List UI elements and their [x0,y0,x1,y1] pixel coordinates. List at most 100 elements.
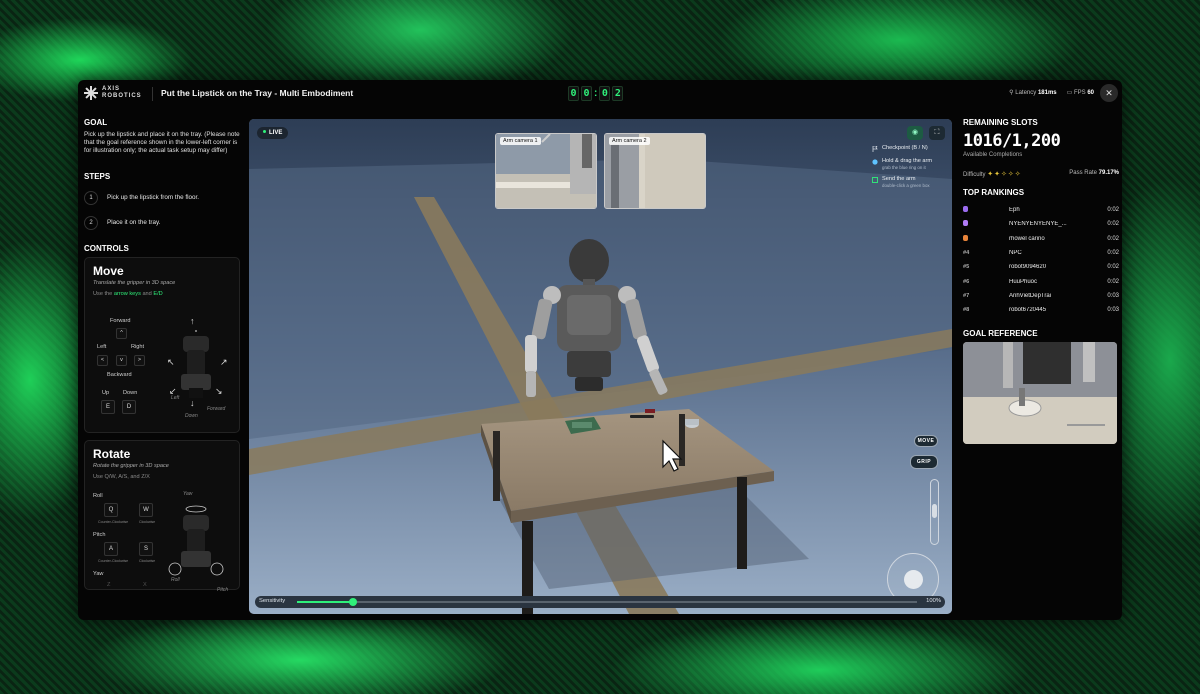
clockwise-label: Clockwise [139,559,156,563]
step-number: 1 [84,190,98,205]
step-number: 2 [84,215,98,230]
checklist-item[interactable]: Checkpoint (B / N) [872,145,952,152]
move-card: Move Translate the gripper in 3D space U… [84,257,240,433]
timer-digit: 0 [581,86,592,101]
rankings-list: Eph 0:02 NYENYENYENYE_... 0:02 rhowel cariño… [963,203,1119,317]
fps-value: 60 [1087,90,1094,96]
step-item: 2 Place it on the tray. [84,210,240,235]
flag-icon [872,146,878,152]
key-a[interactable]: A [104,542,118,556]
rank-time: 0:03 [1107,292,1119,299]
rank-gem-icon [963,234,968,241]
key-w[interactable]: W [139,503,153,517]
scene-render[interactable] [249,119,952,614]
rank-name: AnhVietDepTrai [1009,292,1052,299]
goal-reference-image [963,342,1117,445]
arm-camera-2[interactable]: Arm camera 2 [604,133,706,209]
move-mode-button[interactable]: MOVE [914,435,938,447]
rankings-title: TOP RANKINGS [963,188,1025,197]
goal-reference-title: GOAL REFERENCE [963,329,1038,339]
perf-stats: ⚲ Latency 181ms ▭ FPS 60 [1009,89,1094,96]
arm-camera-1[interactable]: Arm camera 1 [495,133,597,209]
ranking-row: rhowel cariño 0:02 [963,232,1119,246]
steps-list: 1 Pick up the lipstick from the floor. 2… [84,185,240,235]
dot-icon [872,159,878,165]
checklist-item[interactable]: Send the arm double-click a green box [872,176,952,188]
yaw-label: Yaw [93,571,104,577]
rank-name: robot9094620 [1009,264,1047,271]
vertical-slider-knob[interactable] [932,504,937,518]
difficulty-row: Difficulty ✦✦✧✧✧ Pass Rate 79.17% [963,170,1119,178]
rank-position: #4 [963,250,970,257]
goal-title: GOAL [84,118,108,127]
ranking-row: NYENYENYENYE_... 0:02 [963,217,1119,231]
fps-label: FPS [1073,90,1086,96]
key-right[interactable]: > [134,355,145,366]
key-d[interactable]: D [122,400,136,414]
ranking-row: #8 robot6720445 0:03 [963,303,1119,317]
rank-position: #6 [963,278,970,285]
move-subtitle: Translate the gripper in 3D space [93,280,176,286]
rank-gem-icon [963,206,968,213]
rank-time: 0:02 [1107,235,1119,242]
rank-time: 0:02 [1107,264,1119,271]
grip-mode-button[interactable]: GRIP [910,455,938,469]
latency-value: 181ms [1037,90,1057,96]
timer-digit: 2 [612,86,624,101]
key-q[interactable]: Q [104,503,118,517]
robot-arm-rotate-icon [168,505,224,576]
rotate-card: Rotate Rotate the gripper in 3D space Us… [84,440,240,593]
checklist-item[interactable]: Hold & drag the arm grab the blue ring o… [872,158,952,170]
key-x[interactable]: X [143,582,147,588]
key-down[interactable]: v [116,355,127,366]
backward-label: Backward [107,372,132,378]
camera-icon[interactable]: ◉ [907,126,923,140]
sensitivity-label: Sensitivity [259,598,286,604]
key-z[interactable]: Z [107,582,110,588]
sim-viewport[interactable]: LIVE Arm camera 1 Arm camera 2 ◉ ⛶ Check… [249,119,952,614]
forward-label: Forward [110,318,131,324]
send-arm-sub: double-click a green box [882,183,930,188]
slots-value: 1016/1,200 [963,131,1061,151]
dir-forward-label: Forward [207,406,226,412]
signal-icon: ⚲ [1009,90,1014,96]
ranking-row: Eph 0:02 [963,203,1119,217]
rank-time: 0:02 [1107,207,1119,214]
rank-name: HuuPhuoc [1009,278,1038,285]
ranking-row: #7 AnhVietDepTrai 0:03 [963,289,1119,303]
dir-left-label: Left [171,395,180,401]
key-up[interactable]: ^ [116,328,127,339]
dir-pitch-label: Pitch [217,587,229,593]
hold-drag-label: Hold & drag the arm [882,158,933,164]
dir-roll-label: Roll [171,577,180,583]
sensitivity-value: 100% [926,598,941,604]
key-s[interactable]: S [139,542,153,556]
step-item: 1 Pick up the lipstick from the floor. [84,185,240,210]
slots-title: REMAINING SLOTS [963,118,1038,127]
key-left[interactable]: < [97,355,108,366]
app-window: AXIS ROBOTICS Put the Lipstick on the Tr… [78,80,1122,620]
sensitivity-track[interactable] [297,598,917,606]
goal-text: Pick up the lipstick and place it on the… [84,131,240,154]
roll-label: Roll [93,493,103,499]
logo-star-icon [84,86,98,100]
key-e[interactable]: E [101,400,115,414]
rank-time: 0:03 [1107,307,1119,314]
close-button[interactable]: ✕ [1100,84,1118,102]
rank-name: Eph [1009,207,1020,214]
difficulty-label: Difficulty [963,172,986,178]
vertical-slider[interactable] [930,479,939,545]
joystick-knob[interactable] [904,570,923,589]
timer: 0 0 : 0 2 [568,86,624,101]
fullscreen-icon[interactable]: ⛶ [929,126,945,140]
dir-yaw-label: Yaw [183,491,193,497]
step-text: Place it on the tray. [107,219,161,226]
logo: AXIS ROBOTICS [84,86,142,100]
controls-title: CONTROLS [84,244,129,253]
dir-down-label: Down [185,413,198,419]
timer-digit: 0 [568,86,579,101]
divider [152,87,153,101]
timer-digit: 0 [599,86,611,101]
rotate-subtitle: Rotate the gripper in 3D space [93,463,169,469]
sensitivity-knob[interactable] [348,598,357,606]
